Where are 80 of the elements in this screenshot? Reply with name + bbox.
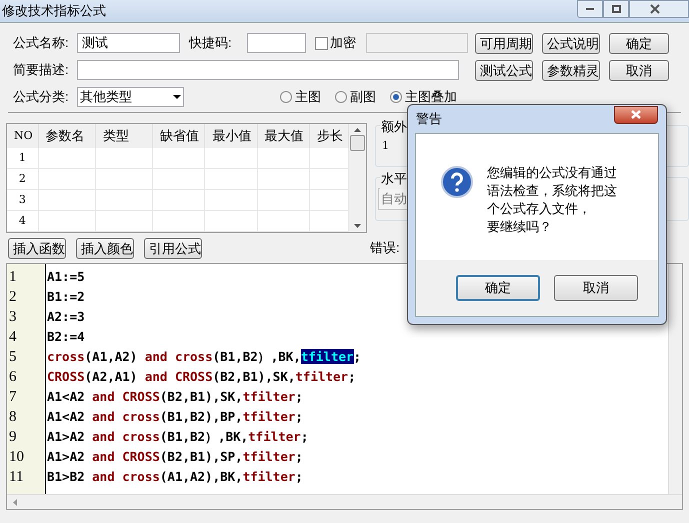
dialog-button[interactable]: 取消 (554, 275, 638, 301)
close-icon (631, 110, 641, 119)
radio-label: 主图叠加 (405, 88, 457, 106)
scroll-down-icon[interactable] (354, 224, 362, 228)
radio-label: 副图 (350, 88, 376, 106)
extra-value: 1 (382, 138, 389, 154)
close-button[interactable] (614, 106, 658, 124)
description-field[interactable] (77, 60, 459, 80)
line-number: 1 (8, 268, 18, 287)
scroll-thumb[interactable] (350, 135, 366, 151)
row-number: 2 (7, 168, 38, 190)
vertical-scrollbar[interactable] (668, 264, 682, 494)
window-title: 修改技术指标公式 (1, 2, 106, 20)
scroll-up-icon[interactable] (354, 128, 362, 132)
push-button[interactable]: 引用公式 (144, 238, 202, 258)
dropdown-arrow-icon (173, 95, 181, 99)
line-number: 10 (8, 448, 25, 467)
horizontal-scrollbar[interactable] (7, 494, 682, 509)
push-button[interactable]: 测试公式 (475, 60, 533, 80)
maximize-button[interactable] (603, 0, 629, 18)
dialog-title: 警告 (416, 110, 442, 128)
name-field[interactable]: 测试 (77, 33, 180, 53)
code-line: A1<A2 and cross(B1,B2),BP,tfilter; (47, 408, 303, 426)
line-number: 9 (8, 428, 18, 447)
question-icon (441, 166, 473, 198)
column-header: 最小值 (204, 124, 258, 148)
code-line: A1>A2 and CROSS(B2,B1),SP,tfilter; (47, 448, 303, 466)
code-line: A1:=5 (47, 268, 85, 286)
encrypt-checkbox[interactable] (315, 36, 328, 50)
dialog-message: 您编辑的公式没有通过 语法检查，系统将把这 个公式存入文件， 要继续吗？ (487, 164, 617, 236)
column-header: 缺省值 (152, 124, 205, 148)
push-button[interactable]: 取消 (609, 60, 669, 80)
line-number: 7 (8, 388, 18, 407)
code-line: CROSS(A2,A1) and CROSS(B2,B1),SK,tfilter; (47, 368, 356, 386)
column-header: NO (7, 124, 38, 148)
column-header: 最大值 (257, 124, 310, 148)
line-number: 8 (8, 408, 18, 427)
row-number: 4 (7, 210, 38, 232)
code-line: A1>A2 and cross(B1,B2）,BK,tfilter; (47, 428, 308, 446)
line-number: 4 (8, 328, 18, 347)
radio-button[interactable] (390, 91, 402, 103)
dialog-button[interactable]: 确定 (456, 275, 540, 301)
code-line: cross(A1,A2) and cross(B1,B2）,BK,tfilter; (47, 348, 362, 366)
push-button[interactable]: 插入颜色 (76, 238, 134, 258)
field-label: 简要描述: (13, 61, 70, 80)
push-button[interactable]: 参数精灵 (542, 60, 600, 80)
close-button[interactable] (629, 0, 689, 18)
shortcut-field[interactable] (247, 33, 306, 53)
radio-button[interactable] (280, 91, 292, 103)
column-header: 类型 (95, 124, 153, 148)
checkbox-label: 加密 (330, 34, 356, 52)
line-number: 6 (8, 368, 18, 387)
line-number: 3 (8, 308, 18, 327)
line-number: 2 (8, 288, 18, 307)
line-number: 5 (8, 348, 18, 367)
category-dropdown[interactable]: 其他类型 (77, 87, 184, 107)
push-button[interactable]: 可用周期 (475, 32, 533, 54)
column-header: 参数名 (38, 124, 96, 148)
row-number: 1 (7, 148, 38, 169)
code-line: A1<A2 and CROSS(B2,B1),SK,tfilter; (47, 388, 303, 406)
error-label: 错误: (370, 239, 400, 258)
field-label: 公式分类: (13, 88, 70, 106)
group-label: 水平 (380, 169, 408, 188)
code-line: A2:=3 (47, 308, 85, 326)
minimize-button[interactable] (577, 0, 603, 18)
code-line: B1:=2 (47, 288, 85, 306)
field-label: 公式名称: (13, 34, 70, 52)
push-button[interactable]: 公式说明 (542, 32, 600, 54)
line-number: 11 (8, 468, 24, 487)
code-line: B1>B2 and cross(A1,A2),BK,tfilter; (47, 468, 303, 486)
row-number: 3 (7, 190, 38, 211)
field-label: 快捷码: (189, 34, 233, 52)
push-button[interactable]: 确定 (609, 32, 669, 54)
push-button[interactable]: 插入函数 (8, 238, 66, 258)
close-icon (650, 4, 660, 14)
radio-label: 主图 (295, 88, 321, 106)
code-line: B2:=4 (47, 328, 85, 346)
vertical-scrollbar[interactable] (349, 124, 366, 232)
radio-button[interactable] (335, 91, 347, 103)
scroll-left-icon[interactable] (13, 498, 17, 506)
